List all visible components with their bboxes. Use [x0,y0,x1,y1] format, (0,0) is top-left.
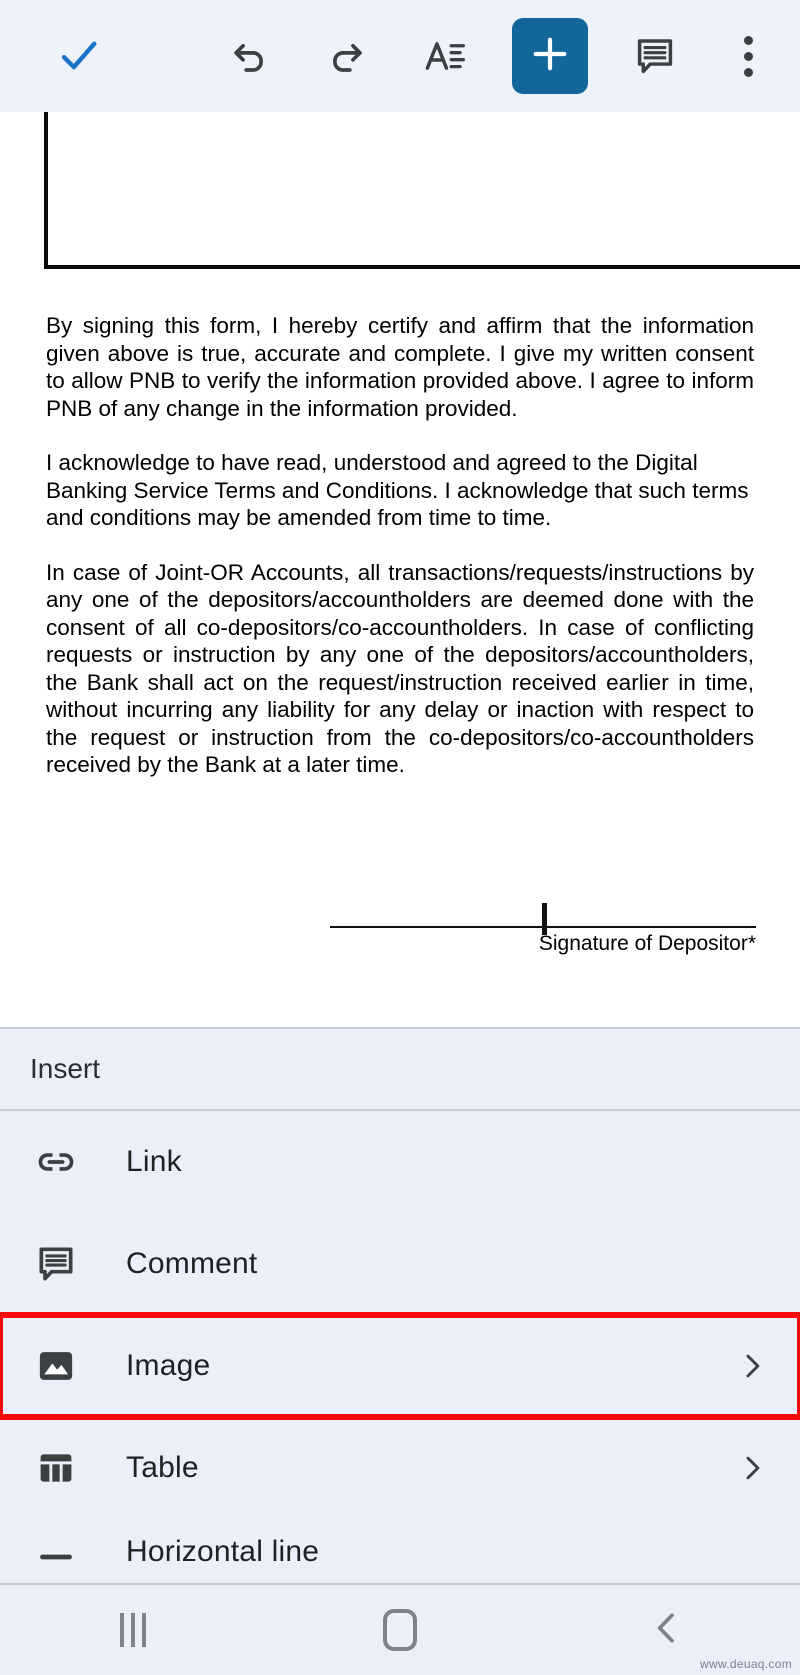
menu-item-label: Link [126,1145,182,1178]
insert-add-button[interactable] [512,18,588,94]
android-navigation-bar: www.deuaq.com [0,1583,800,1675]
recents-bar-1 [120,1613,125,1647]
check-icon [56,33,102,79]
document-page: By signing this form, I hereby certify a… [0,112,800,1027]
undo-button[interactable] [218,25,280,87]
menu-item-comment[interactable]: Comment [0,1213,800,1315]
signature-block: Signature of Depositor* [330,900,756,990]
partial-table-cell-top [44,112,800,269]
text-cursor-caret [542,903,547,935]
comment-icon [633,34,677,78]
more-options-button[interactable] [722,25,774,87]
comment-button[interactable] [624,25,686,87]
accept-check-button[interactable] [48,25,110,87]
consent-paragraph-1: By signing this form, I hereby certify a… [46,313,754,421]
chevron-right-icon [730,1452,774,1484]
menu-item-horizontal-line[interactable]: Horizontal line [0,1519,800,1583]
chevron-right-icon [730,1350,774,1382]
menu-item-label: Image [126,1349,211,1382]
document-body-text[interactable]: By signing this form, I hereby certify a… [46,312,754,806]
undo-icon [228,35,270,77]
home-icon [382,1609,417,1651]
consent-paragraph-3: In case of Joint-OR Accounts, all transa… [46,559,754,778]
more-dot-1 [743,35,753,45]
back-chevron-icon [647,1608,687,1653]
link-icon [28,1140,84,1184]
horizontal-line-icon [28,1535,84,1579]
signature-label: Signature of Depositor* [538,932,756,955]
insert-panel-title: Insert [0,1029,800,1111]
insert-menu-list: Link Comment Image Table Horizontal line [0,1111,800,1583]
more-dot-3 [743,67,753,77]
nav-home-button[interactable] [340,1595,460,1665]
redo-icon [326,35,368,77]
menu-item-label: Table [126,1451,199,1484]
comment-icon [28,1242,84,1286]
recents-bar-3 [142,1613,147,1647]
toolbar-left-group [28,25,110,87]
watermark-text: www.deuaq.com [700,1657,792,1671]
menu-item-label: Comment [126,1247,258,1280]
more-dot-2 [743,51,753,61]
menu-item-label: Horizontal line [126,1535,320,1568]
plus-icon [528,32,572,81]
nav-recents-button[interactable] [73,1595,193,1665]
insert-panel: Insert Link Comment Image Table Horizont… [0,1027,800,1583]
table-icon [28,1446,84,1490]
editor-toolbar [0,0,800,112]
redo-button[interactable] [316,25,378,87]
nav-back-button[interactable] [607,1595,727,1665]
consent-paragraph-2: I acknowledge to have read, understood a… [46,450,749,530]
document-scroll-area[interactable]: By signing this form, I hereby certify a… [0,112,800,1027]
menu-item-table[interactable]: Table [0,1417,800,1519]
app-root: By signing this form, I hereby certify a… [0,0,800,1675]
toolbar-right-group [218,18,780,94]
image-icon [28,1344,84,1388]
recents-bar-2 [131,1613,136,1647]
format-text-icon [423,34,467,78]
menu-item-image[interactable]: Image [0,1312,800,1420]
format-text-button[interactable] [414,25,476,87]
recents-icon [120,1613,147,1647]
menu-item-link[interactable]: Link [0,1111,800,1213]
